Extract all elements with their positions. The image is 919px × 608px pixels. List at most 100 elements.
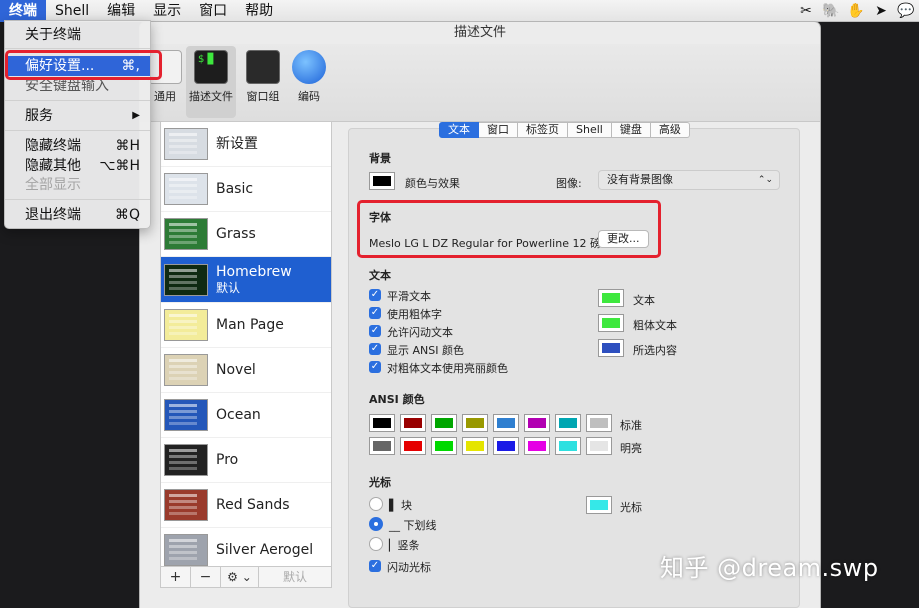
bold-text-color-label: 粗体文本 [633,319,677,332]
checkbox-bright-bold[interactable]: ✓ [369,361,381,373]
menu-shell[interactable]: Shell [46,0,98,22]
tab-shell[interactable]: Shell [568,122,612,138]
terminal-icon: $ ▊ [194,50,228,84]
ansi-bright-swatch-5[interactable] [524,437,550,455]
checkbox-label: 闪动光标 [387,561,431,574]
profile-default-tag: 默认 [216,280,241,295]
ansi-bright-swatch-1[interactable] [400,437,426,455]
menu-item-hide-terminal[interactable]: 隐藏终端 ⌘H [5,136,150,156]
menu-item-services[interactable]: 服务 ▶ [5,106,150,126]
text-settings-panel: 文本 窗口 标签页 Shell 键盘 高级 背景 颜色与效果 图像: 没有背景图… [348,122,800,608]
menu-terminal[interactable]: 终端 [0,0,46,22]
send-icon[interactable]: ➤ [872,3,890,19]
profile-item[interactable]: 新设置 [161,122,331,167]
cursor-color-label: 光标 [620,501,642,514]
checkbox-blink-cursor[interactable]: ✓ [369,560,381,572]
radio-cursor-bar[interactable] [369,537,383,551]
ansi-bright-swatch-3[interactable] [462,437,488,455]
tab-text[interactable]: 文本 [439,122,479,138]
image-label: 图像: [556,177,582,190]
profile-thumbnail [164,263,208,296]
profile-item[interactable]: Grass [161,212,331,257]
profile-item[interactable]: Basic [161,167,331,212]
evernote-icon[interactable]: 🐘 [822,3,840,19]
background-image-select[interactable]: 没有背景图像 ⌃⌄ [598,170,780,190]
tab-window[interactable]: 窗口 [479,122,518,138]
bold-text-color-swatch[interactable] [598,314,624,332]
profile-item[interactable]: Novel [161,348,331,393]
profile-item[interactable]: Ocean [161,393,331,438]
ansi-normal-swatch-0[interactable] [369,414,395,432]
menu-item-quit[interactable]: 退出终端 ⌘Q [5,205,150,225]
ansi-bright-swatch-4[interactable] [493,437,519,455]
profile-item[interactable]: Red Sands [161,483,331,528]
menu-item-about[interactable]: 关于终端 [5,25,150,45]
profile-item[interactable]: Pro [161,438,331,483]
menu-separator [5,48,150,49]
wechat-icon[interactable]: 💬 [897,3,915,19]
text-color-label: 文本 [633,294,655,307]
checkbox-smooth-text[interactable]: ✓ [369,289,381,301]
cursor-color-swatch[interactable] [586,496,612,514]
color-effects-label: 颜色与效果 [405,177,460,190]
menu-edit[interactable]: 编辑 [98,0,144,22]
profile-thumbnail [164,309,208,341]
selection-color-swatch[interactable] [598,339,624,357]
ansi-bright-swatch-2[interactable] [431,437,457,455]
menu-separator [5,130,150,131]
ansi-normal-swatch-2[interactable] [431,414,457,432]
ansi-normal-swatch-6[interactable] [555,414,581,432]
profile-list: 新设置 Basic Grass Homebrew 默认 Man Page Nov… [160,121,332,588]
gear-icon[interactable]: ⚙ ⌄ [221,567,259,587]
scissors-icon[interactable]: ✂ [797,3,815,19]
menu-item-show-all: 全部显示 [25,177,81,193]
radio-cursor-block[interactable] [369,497,383,511]
toolbar-window-groups[interactable]: 窗口组 [238,46,288,118]
checkbox-blink-text[interactable]: ✓ [369,325,381,337]
watermark: 知乎 @dream.swp [660,554,879,582]
ansi-section-title: ANSI 颜色 [369,393,425,406]
checkbox-ansi-colors[interactable]: ✓ [369,343,381,355]
ansi-normal-swatch-5[interactable] [524,414,550,432]
profile-item-selected[interactable]: Homebrew 默认 [161,257,331,303]
window-title: 描述文件 [453,25,506,40]
ansi-bright-swatch-0[interactable] [369,437,395,455]
menu-view[interactable]: 显示 [144,0,190,22]
background-color-swatch[interactable] [369,172,395,190]
profile-item[interactable]: Man Page [161,303,331,348]
cursor-option-label: ▏竖条 [389,539,420,552]
cursor-section-title: 光标 [369,476,391,489]
hand-icon[interactable]: ✋ [847,3,865,19]
preferences-toolbar: 通用 $ ▊ 描述文件 窗口组 编码 [140,44,820,122]
chevron-updown-icon: ⌃⌄ [757,175,773,185]
set-default-button[interactable]: 默认 [259,567,331,587]
checkbox-bold-fonts[interactable]: ✓ [369,307,381,319]
ansi-bright-swatch-6[interactable] [555,437,581,455]
text-color-swatch[interactable] [598,289,624,307]
ansi-bright-swatch-7[interactable] [586,437,612,455]
toolbar-encodings[interactable]: 编码 [284,46,334,118]
ansi-bright-label: 明亮 [620,442,642,455]
preferences-highlight-box [5,50,162,80]
radio-cursor-underline[interactable] [369,517,383,531]
tab-advanced[interactable]: 高级 [650,122,690,138]
ansi-normal-swatch-7[interactable] [586,414,612,432]
profile-thumbnail [164,444,208,476]
cursor-option-label: ▌ 块 [389,499,412,512]
chevron-right-icon: ▶ [132,110,140,121]
toolbar-profiles[interactable]: $ ▊ 描述文件 [186,46,236,118]
background-section-title: 背景 [369,152,391,165]
menu-item-hide-others[interactable]: 隐藏其他 ⌥⌘H [5,156,150,176]
add-profile-button[interactable]: + [161,567,191,587]
ansi-normal-swatch-1[interactable] [400,414,426,432]
ansi-normal-swatch-3[interactable] [462,414,488,432]
profile-list-toolbar: + − ⚙ ⌄ 默认 [160,566,332,588]
remove-profile-button[interactable]: − [191,567,221,587]
tab-keyboard[interactable]: 键盘 [611,122,651,138]
tab-tabs[interactable]: 标签页 [518,122,568,138]
menu-window[interactable]: 窗口 [190,0,236,22]
checkbox-label: 显示 ANSI 颜色 [387,344,464,357]
menu-bar: 终端 Shell 编辑 显示 窗口 帮助 ✂ 🐘 ✋ ➤ 💬 [0,0,919,22]
menu-help[interactable]: 帮助 [236,0,282,22]
ansi-normal-swatch-4[interactable] [493,414,519,432]
